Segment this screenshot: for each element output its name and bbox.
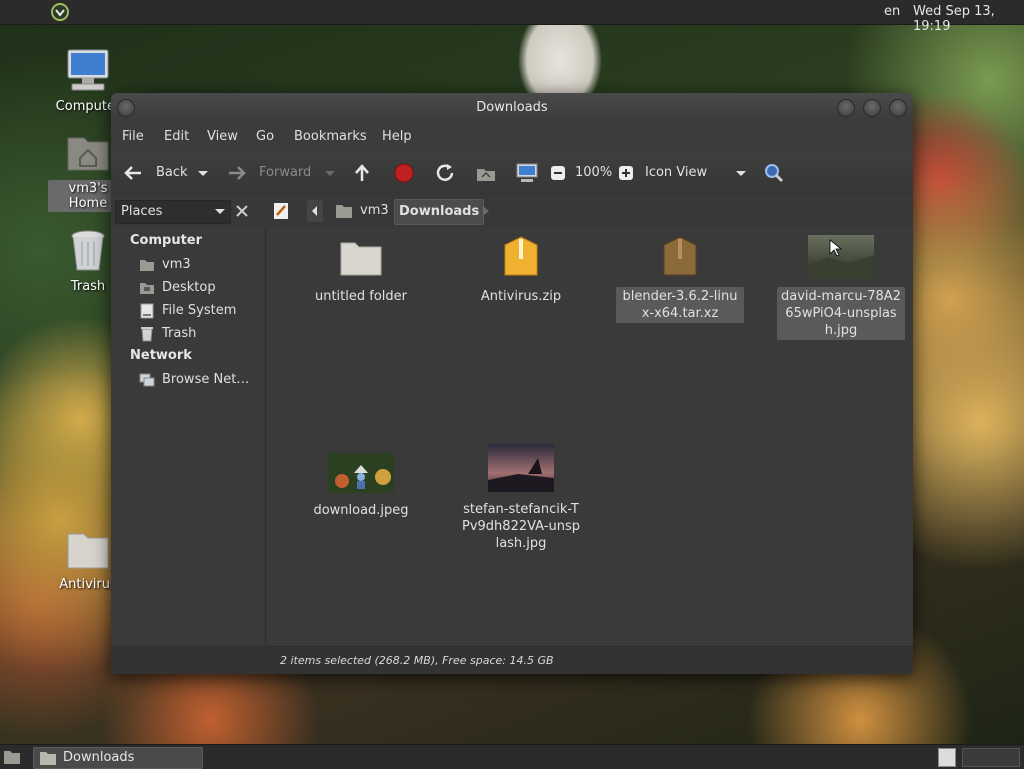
reload-icon[interactable] (433, 161, 457, 185)
file-name: stefan-stefancik-TPv9dh822VA-unsplash.jp… (462, 502, 580, 551)
status-text: 2 items selected (268.2 MB), Free space:… (280, 654, 554, 667)
search-icon[interactable] (762, 161, 786, 185)
menu-file[interactable]: File (122, 129, 144, 144)
back-arrow-icon[interactable] (121, 161, 145, 185)
desktop-icon-label: Trash (70, 279, 106, 294)
sidebar-footer (111, 646, 266, 674)
back-history-dropdown-icon[interactable] (195, 161, 211, 185)
menu-edit[interactable]: Edit (164, 129, 189, 144)
home-icon[interactable] (474, 161, 498, 185)
toolbar: Back Forward 100% Icon View (111, 151, 913, 196)
file-item[interactable]: blender-3.6.2-linux-x64.tar.xz (610, 235, 750, 323)
file-name: untitled folder (314, 289, 407, 304)
top-panel: en Wed Sep 13, 19:19 (0, 0, 1024, 34)
menu-view[interactable]: View (207, 129, 238, 144)
file-item[interactable]: stefan-stefancik-TPv9dh822VA-unsplash.jp… (451, 444, 591, 553)
file-item[interactable]: david-marcu-78A265wPiO4-unsplash.jpg (771, 235, 911, 340)
tar-archive-icon (663, 236, 697, 276)
sidebar-header-computer: Computer (130, 233, 203, 248)
forward-arrow-icon[interactable] (225, 161, 249, 185)
crumb-vm3[interactable]: vm3 (360, 199, 389, 223)
workspace-switcher[interactable] (938, 748, 956, 767)
bottom-panel: Downloads (0, 744, 1024, 769)
show-desktop-icon[interactable] (3, 749, 21, 765)
file-item[interactable]: untitled folder (291, 239, 431, 306)
minimize-button[interactable] (837, 99, 855, 117)
places-label: Places (121, 204, 163, 219)
status-bar: 2 items selected (268.2 MB), Free space:… (266, 646, 913, 674)
image-thumbnail-icon (808, 235, 874, 279)
window-titlebar[interactable]: Downloads (111, 93, 913, 123)
view-mode-select[interactable]: Icon View (645, 165, 707, 180)
chevron-down-icon (215, 209, 225, 214)
up-arrow-icon[interactable] (350, 161, 374, 185)
trash-icon (141, 327, 153, 342)
forward-history-dropdown-icon[interactable] (322, 161, 338, 185)
zip-archive-icon (504, 236, 538, 276)
desktop-folder-icon (140, 283, 154, 294)
crumb-left-arrow-icon[interactable] (307, 200, 323, 222)
edit-location-icon[interactable] (271, 201, 291, 221)
taskbar-window-label: Downloads (63, 750, 135, 765)
sidebar-item-label: File System (162, 303, 237, 318)
computer-icon (67, 49, 109, 91)
trash-icon (71, 230, 105, 271)
keyboard-layout-indicator[interactable]: en (884, 4, 900, 19)
file-item[interactable]: Antivirus.zip (451, 235, 591, 306)
close-button[interactable] (889, 99, 907, 117)
file-name: david-marcu-78A265wPiO4-unsplash.jpg (777, 287, 905, 340)
zoom-level: 100% (575, 165, 613, 180)
chevron-down-icon[interactable] (733, 161, 749, 185)
menu-bookmarks[interactable]: Bookmarks (294, 129, 367, 144)
close-sidebar-icon[interactable] (231, 200, 253, 222)
network-icon (139, 373, 155, 387)
home-icon (140, 260, 154, 271)
places-selector[interactable]: Places (115, 200, 231, 224)
crumb-downloads[interactable]: Downloads (394, 199, 485, 225)
image-thumbnail-icon (328, 453, 394, 493)
stop-icon[interactable] (392, 161, 416, 185)
folder-icon (67, 533, 109, 569)
location-bar: Places vm3 Downloads (111, 195, 913, 227)
sidebar-item-label: Browse Net… (162, 372, 250, 387)
file-manager-window: Downloads File Edit View Go Bookmarks He… (111, 93, 913, 674)
file-name: Antivirus.zip (480, 289, 562, 304)
drive-icon (140, 303, 154, 319)
taskbar-window-downloads[interactable]: Downloads (33, 747, 203, 769)
sidebar-item-label: Desktop (162, 280, 216, 295)
file-name: blender-3.6.2-linux-x64.tar.xz (616, 287, 744, 323)
file-name: download.jpeg (313, 503, 409, 518)
sidebar-item-label: vm3 (162, 257, 191, 272)
computer-icon[interactable] (515, 161, 539, 185)
zoom-out-icon[interactable] (550, 161, 566, 185)
maximize-button[interactable] (863, 99, 881, 117)
image-thumbnail-icon (488, 444, 554, 492)
sidebar-header-network: Network (130, 348, 192, 363)
menu-go[interactable]: Go (256, 129, 274, 144)
sidebar: Computer vm3 Desktop File System Trash N… (111, 227, 266, 646)
workspace-switcher-2[interactable] (962, 748, 1020, 767)
zoom-in-icon[interactable] (618, 161, 634, 185)
sidebar-item-label: Trash (162, 326, 197, 341)
crumb-right-arrow-icon[interactable] (481, 205, 491, 217)
distro-logo-icon[interactable] (50, 2, 70, 22)
menu-help[interactable]: Help (382, 129, 412, 144)
home-folder-icon (67, 137, 109, 171)
folder-icon (40, 752, 56, 765)
home-icon (336, 205, 352, 218)
window-title: Downloads (476, 100, 548, 115)
back-button[interactable]: Back (156, 165, 188, 180)
menu-bar: File Edit View Go Bookmarks Help (111, 123, 913, 151)
folder-icon (340, 242, 382, 276)
file-item[interactable]: download.jpeg (291, 453, 431, 520)
file-icon-view[interactable]: untitled folder Antivirus.zip blender-3.… (266, 227, 913, 646)
clock[interactable]: Wed Sep 13, 19:19 (913, 4, 1024, 34)
forward-button[interactable]: Forward (259, 165, 311, 180)
